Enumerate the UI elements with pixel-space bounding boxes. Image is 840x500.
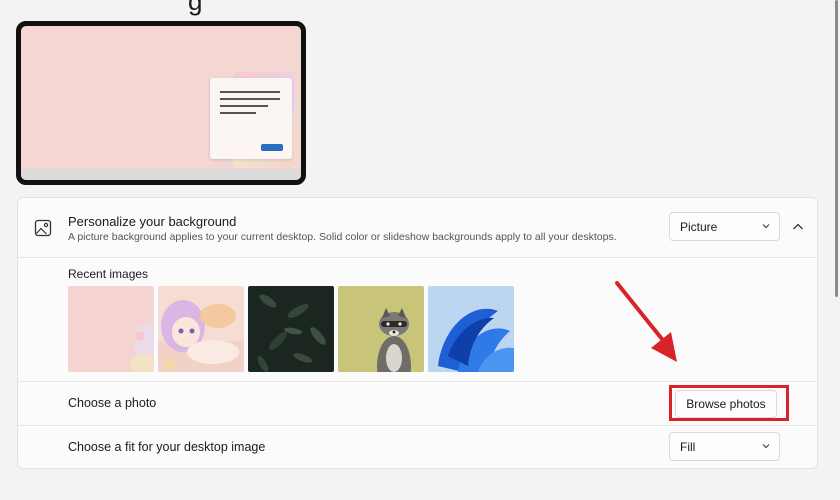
recent-image-pink[interactable] (68, 286, 154, 372)
scrollbar[interactable] (835, 0, 838, 297)
choose-photo-label: Choose a photo (68, 396, 157, 410)
recent-image-raccoon[interactable] (338, 286, 424, 372)
fit-label: Choose a fit for your desktop image (68, 440, 266, 454)
background-type-value: Picture (680, 220, 718, 234)
page-title-fragment: g (188, 0, 205, 16)
desktop-preview (16, 21, 306, 185)
fit-row: Choose a fit for your desktop image Fill (18, 426, 817, 468)
recent-images-label: Recent images (68, 267, 149, 281)
recent-images-row: Recent images (18, 258, 817, 382)
red-arrow-annotation (615, 281, 677, 362)
fit-dropdown[interactable]: Fill (669, 432, 780, 461)
recent-image-windows-bloom[interactable] (428, 286, 514, 372)
personalize-title: Personalize your background (68, 214, 237, 229)
image-icon (34, 219, 52, 237)
background-settings-panel: Personalize your background A picture ba… (17, 197, 818, 469)
background-type-dropdown[interactable]: Picture (669, 212, 780, 241)
preview-window-button (261, 144, 283, 151)
personalize-subtitle: A picture background applies to your cur… (68, 231, 617, 243)
recent-image-anime-girl[interactable] (158, 286, 244, 372)
preview-window (210, 78, 292, 159)
recent-image-dark-leaves[interactable] (248, 286, 334, 372)
fit-value: Fill (680, 440, 696, 454)
chevron-down-icon (762, 224, 770, 229)
choose-photo-row: Choose a photo Browse photos (18, 382, 817, 426)
chevron-down-icon (762, 444, 770, 449)
browse-photos-button[interactable]: Browse photos (675, 390, 777, 418)
chevron-up-icon[interactable] (792, 222, 804, 232)
personalize-background-row[interactable]: Personalize your background A picture ba… (18, 198, 817, 258)
preview-taskbar (21, 169, 301, 180)
